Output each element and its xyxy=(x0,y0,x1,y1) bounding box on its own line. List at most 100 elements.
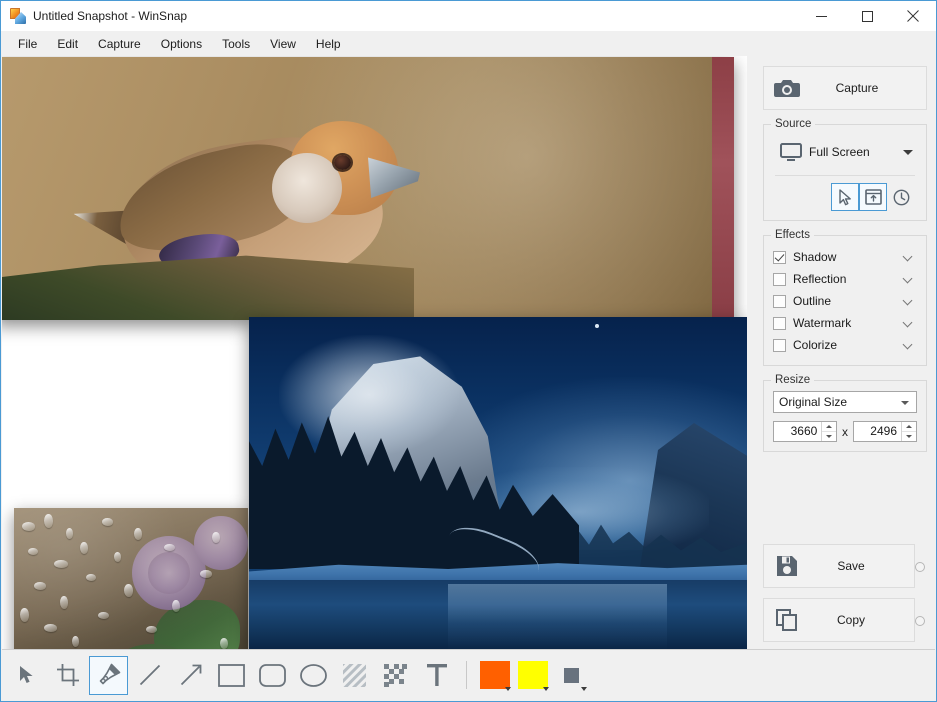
source-group-title: Source xyxy=(771,118,815,130)
height-stepper[interactable]: 2496 xyxy=(853,421,917,442)
width-decrement[interactable] xyxy=(822,432,836,441)
control-panel: Capture Source Full Screen xyxy=(755,56,935,650)
dimension-separator: x xyxy=(837,425,852,439)
reflection-checkbox[interactable] xyxy=(773,273,786,286)
menu-item-file[interactable]: File xyxy=(8,33,47,55)
width-stepper[interactable]: 3660 xyxy=(773,421,837,442)
menu-item-options[interactable]: Options xyxy=(151,33,212,55)
menu-item-capture[interactable]: Capture xyxy=(88,33,151,55)
source-option-buttons xyxy=(773,183,917,211)
watermark-label: Watermark xyxy=(793,316,903,330)
effect-row-reflection[interactable]: Reflection xyxy=(773,268,917,290)
effect-row-watermark[interactable]: Watermark xyxy=(773,312,917,334)
delay-timer-button[interactable] xyxy=(887,183,915,211)
shadow-label: Shadow xyxy=(793,250,903,264)
outline-checkbox[interactable] xyxy=(773,295,786,308)
reflection-label: Reflection xyxy=(793,272,903,286)
save-options-radio[interactable] xyxy=(915,562,925,572)
menu-item-view[interactable]: View xyxy=(260,33,306,55)
menu-item-help[interactable]: Help xyxy=(306,33,351,55)
include-cursor-button[interactable] xyxy=(831,183,859,211)
yosemite-winter-photo[interactable] xyxy=(249,317,747,650)
effects-group-title: Effects xyxy=(771,229,814,241)
monitor-icon xyxy=(773,143,809,162)
chevron-down-icon[interactable] xyxy=(903,273,915,285)
primary-color-fill xyxy=(480,661,510,689)
copy-button-label: Copy xyxy=(810,613,914,627)
blur-tool[interactable] xyxy=(335,656,374,695)
toolbar-divider xyxy=(466,661,467,689)
chevron-down-icon[interactable] xyxy=(903,150,913,155)
tertiary-color-fill xyxy=(564,668,579,683)
panel-actions: Save Copy xyxy=(755,534,935,642)
source-selected-label: Full Screen xyxy=(809,145,903,159)
copy-icon xyxy=(764,609,810,631)
outline-label: Outline xyxy=(793,294,903,308)
menu-item-tools[interactable]: Tools xyxy=(212,33,260,55)
resize-preset-select[interactable]: Original Size xyxy=(773,391,917,413)
pixelate-tool[interactable] xyxy=(376,656,415,695)
ellipse-tool[interactable] xyxy=(294,656,333,695)
save-button[interactable]: Save xyxy=(763,544,915,588)
height-spin-arrows[interactable] xyxy=(901,422,916,441)
close-button[interactable] xyxy=(890,1,936,31)
pen-tool[interactable] xyxy=(89,656,128,695)
crop-tool[interactable] xyxy=(48,656,87,695)
chevron-down-icon[interactable] xyxy=(903,251,915,263)
shadow-checkbox[interactable] xyxy=(773,251,786,264)
camera-icon xyxy=(764,78,810,99)
tertiary-color-swatch[interactable] xyxy=(553,656,589,694)
width-value[interactable]: 3660 xyxy=(774,422,821,441)
rose-raindrops-photo[interactable] xyxy=(14,508,248,650)
chevron-down-icon[interactable] xyxy=(543,687,549,691)
hawfinch-bird-photo[interactable] xyxy=(2,57,734,320)
width-increment[interactable] xyxy=(822,422,836,432)
copy-button[interactable]: Copy xyxy=(763,598,915,642)
text-tool[interactable] xyxy=(417,656,456,695)
rounded-rectangle-tool[interactable] xyxy=(253,656,292,695)
winsnap-icon xyxy=(10,8,26,24)
chevron-down-icon[interactable] xyxy=(581,687,587,691)
drawing-toolbar xyxy=(2,649,935,700)
capture-button[interactable]: Capture xyxy=(763,66,927,110)
menu-bar: File Edit Capture Options Tools View Hel… xyxy=(1,31,936,56)
resize-dimensions: 3660 x 2496 xyxy=(773,421,917,442)
resize-preset-value: Original Size xyxy=(779,395,847,409)
title-bar: Untitled Snapshot - WinSnap xyxy=(1,1,936,31)
effect-row-outline[interactable]: Outline xyxy=(773,290,917,312)
maximize-button[interactable] xyxy=(844,1,890,31)
capture-button-label: Capture xyxy=(810,81,926,95)
floppy-disk-icon xyxy=(764,555,810,577)
secondary-color-swatch[interactable] xyxy=(515,656,551,694)
chevron-down-icon[interactable] xyxy=(903,295,915,307)
arrow-tool[interactable] xyxy=(171,656,210,695)
height-value[interactable]: 2496 xyxy=(854,422,901,441)
rectangle-tool[interactable] xyxy=(212,656,251,695)
select-tool[interactable] xyxy=(7,656,46,695)
colorize-label: Colorize xyxy=(793,338,903,352)
resize-group: Resize Original Size 3660 x 2496 xyxy=(763,380,927,452)
divider xyxy=(775,175,915,176)
chevron-down-icon xyxy=(901,401,909,405)
chevron-down-icon[interactable] xyxy=(903,317,915,329)
menu-item-edit[interactable]: Edit xyxy=(47,33,88,55)
primary-color-swatch[interactable] xyxy=(477,656,513,694)
minimize-button[interactable] xyxy=(798,1,844,31)
colorize-checkbox[interactable] xyxy=(773,339,786,352)
resize-group-title: Resize xyxy=(771,374,814,386)
window-capture-button[interactable] xyxy=(859,183,887,211)
watermark-checkbox[interactable] xyxy=(773,317,786,330)
copy-options-radio[interactable] xyxy=(915,616,925,626)
effect-row-shadow[interactable]: Shadow xyxy=(773,246,917,268)
width-spin-arrows[interactable] xyxy=(821,422,836,441)
window-title: Untitled Snapshot - WinSnap xyxy=(33,9,187,23)
chevron-down-icon[interactable] xyxy=(505,687,511,691)
source-selector[interactable]: Full Screen xyxy=(773,135,917,169)
effect-row-colorize[interactable]: Colorize xyxy=(773,334,917,356)
chevron-down-icon[interactable] xyxy=(903,339,915,351)
winsnap-window: Untitled Snapshot - WinSnap File Edit Ca… xyxy=(0,0,937,702)
image-canvas[interactable] xyxy=(2,56,747,650)
height-decrement[interactable] xyxy=(902,432,916,441)
line-tool[interactable] xyxy=(130,656,169,695)
height-increment[interactable] xyxy=(902,422,916,432)
